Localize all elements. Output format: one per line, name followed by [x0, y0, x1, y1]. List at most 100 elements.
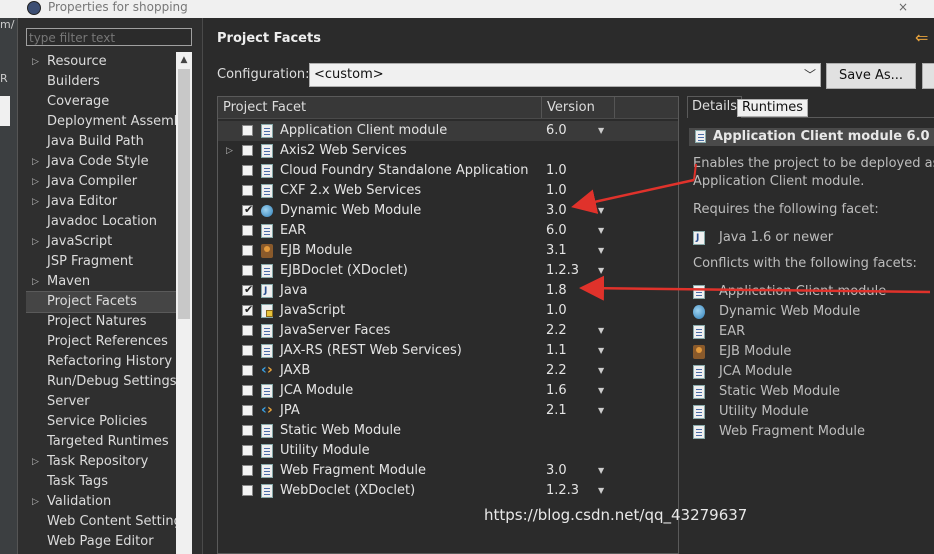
scroll-up-icon[interactable]: ▲	[176, 52, 192, 68]
sidebar-item[interactable]: ▷ Java Code Style	[26, 152, 176, 172]
sidebar-item[interactable]: ▷ JavaScript	[26, 232, 176, 252]
facet-version[interactable]: 1.6	[546, 381, 567, 401]
sidebar-item[interactable]: JSP Fragment	[26, 252, 176, 272]
expand-arrow-icon[interactable]: ▷	[32, 192, 39, 212]
facet-checkbox[interactable]	[242, 245, 253, 256]
facet-checkbox[interactable]	[242, 485, 253, 496]
sidebar-item[interactable]: Task Tags	[26, 472, 176, 492]
sidebar-item[interactable]: Targeted Runtimes	[26, 432, 176, 452]
facet-version[interactable]: 1.8	[546, 281, 567, 301]
version-dropdown-icon[interactable]: ▼	[598, 481, 604, 501]
table-row[interactable]: ▷ Axis2 Web Services	[218, 141, 678, 161]
table-row[interactable]: JAXB 2.2 ▼	[218, 360, 678, 381]
sidebar-item[interactable]: Builders	[26, 72, 176, 92]
expand-arrow-icon[interactable]: ▷	[32, 232, 39, 252]
facet-checkbox[interactable]	[242, 185, 253, 196]
sidebar-item[interactable]: Javadoc Location	[26, 212, 176, 232]
facet-version[interactable]: 6.0	[546, 121, 567, 141]
column-header-version[interactable]: Version	[547, 100, 595, 115]
tab-details[interactable]: Details	[687, 96, 743, 118]
sidebar-item[interactable]: Coverage	[26, 92, 176, 112]
expand-arrow-icon[interactable]: ▷	[226, 141, 233, 161]
sidebar-item[interactable]: Deployment Assembly	[26, 112, 176, 132]
expand-arrow-icon[interactable]: ▷	[32, 52, 39, 72]
facet-version[interactable]: 2.1	[546, 401, 567, 421]
expand-arrow-icon[interactable]: ▷	[32, 272, 39, 292]
version-dropdown-icon[interactable]: ▼	[598, 401, 604, 421]
facet-version[interactable]: 1.1	[546, 341, 567, 361]
nav-scrollbar[interactable]: ▲	[176, 52, 192, 554]
facet-checkbox[interactable]	[242, 465, 253, 476]
facet-checkbox[interactable]	[242, 265, 253, 276]
facet-checkbox[interactable]: ✔	[242, 283, 253, 296]
sidebar-item[interactable]: ▷ Validation	[26, 492, 176, 512]
facet-version[interactable]: 1.2.3	[546, 481, 579, 501]
sidebar-item[interactable]: Server	[26, 392, 176, 412]
facet-version[interactable]: 3.0	[546, 461, 567, 481]
table-row[interactable]: EJBDoclet (XDoclet) 1.2.3 ▼	[218, 261, 678, 281]
version-dropdown-icon[interactable]: ▼	[598, 261, 604, 281]
sidebar-item[interactable]: Project References	[26, 332, 176, 352]
facet-checkbox[interactable]	[242, 225, 253, 236]
facet-version[interactable]: 2.2	[546, 361, 567, 381]
back-arrow-icon[interactable]: ⇐	[915, 28, 928, 47]
table-row[interactable]: Cloud Foundry Standalone Application 1.0	[218, 161, 678, 181]
expand-arrow-icon[interactable]: ▷	[32, 152, 39, 172]
facet-checkbox[interactable]	[242, 365, 253, 376]
save-as-button[interactable]: Save As...	[826, 63, 916, 89]
close-icon[interactable]: ×	[898, 0, 908, 14]
sidebar-item[interactable]: Run/Debug Settings	[26, 372, 176, 392]
sidebar-item[interactable]: ▷ Task Repository	[26, 452, 176, 472]
table-row[interactable]: EJB Module 3.1 ▼	[218, 241, 678, 261]
expand-arrow-icon[interactable]: ▷	[32, 492, 39, 512]
table-row[interactable]: Application Client module 6.0 ▼	[218, 121, 678, 141]
sidebar-item[interactable]: ▷ Java Editor	[26, 192, 176, 212]
facet-checkbox[interactable]: ✔	[242, 203, 253, 216]
version-dropdown-icon[interactable]: ▼	[598, 281, 604, 301]
table-row[interactable]: ✔ Dynamic Web Module 3.0 ▼	[218, 201, 678, 221]
sidebar-item[interactable]: Web Content Settings	[26, 512, 176, 532]
sidebar-item[interactable]: Web Page Editor	[26, 532, 176, 552]
version-dropdown-icon[interactable]: ▼	[598, 241, 604, 261]
facet-checkbox[interactable]	[242, 425, 253, 436]
table-row[interactable]: EAR 6.0 ▼	[218, 221, 678, 241]
expand-arrow-icon[interactable]: ▷	[32, 452, 39, 472]
table-row[interactable]: ✔ JavaScript 1.0	[218, 301, 678, 321]
tab-runtimes[interactable]: Runtimes	[737, 99, 809, 117]
version-dropdown-icon[interactable]: ▼	[598, 461, 604, 481]
sidebar-item[interactable]: Service Policies	[26, 412, 176, 432]
facet-version[interactable]: 3.1	[546, 241, 567, 261]
table-row[interactable]: JavaServer Faces 2.2 ▼	[218, 321, 678, 341]
table-row[interactable]: WebDoclet (XDoclet) 1.2.3 ▼	[218, 481, 678, 501]
facet-version[interactable]: 6.0	[546, 221, 567, 241]
filter-input[interactable]: type filter text	[26, 28, 192, 46]
version-dropdown-icon[interactable]: ▼	[598, 121, 604, 141]
facet-checkbox[interactable]	[242, 345, 253, 356]
table-row[interactable]: Web Fragment Module 3.0 ▼	[218, 461, 678, 481]
sidebar-item[interactable]: Project Facets	[26, 291, 176, 313]
facet-checkbox[interactable]: ✔	[242, 303, 253, 316]
facet-version[interactable]: 2.2	[546, 321, 567, 341]
expand-arrow-icon[interactable]: ▷	[32, 172, 39, 192]
version-dropdown-icon[interactable]: ▼	[598, 201, 604, 221]
table-row[interactable]: JCA Module 1.6 ▼	[218, 381, 678, 401]
delete-button[interactable]	[922, 63, 934, 89]
table-row[interactable]: CXF 2.x Web Services 1.0	[218, 181, 678, 201]
facet-checkbox[interactable]	[242, 445, 253, 456]
table-row[interactable]: JPA 2.1 ▼	[218, 400, 678, 421]
facet-checkbox[interactable]	[242, 405, 253, 416]
version-dropdown-icon[interactable]: ▼	[598, 341, 604, 361]
facet-checkbox[interactable]	[242, 385, 253, 396]
table-row[interactable]: Utility Module	[218, 441, 678, 461]
sidebar-item[interactable]: Refactoring History	[26, 352, 176, 372]
version-dropdown-icon[interactable]: ▼	[598, 321, 604, 341]
facet-checkbox[interactable]	[242, 125, 253, 136]
sidebar-item[interactable]: Java Build Path	[26, 132, 176, 152]
table-row[interactable]: ✔ Java 1.8 ▼	[218, 281, 678, 301]
facet-version[interactable]: 1.2.3	[546, 261, 579, 281]
configuration-select[interactable]: <custom> ﹀	[309, 63, 821, 87]
facet-checkbox[interactable]	[242, 325, 253, 336]
facet-version[interactable]: 3.0	[546, 201, 567, 221]
sidebar-item[interactable]: ▷ Resource	[26, 52, 176, 72]
version-dropdown-icon[interactable]: ▼	[598, 221, 604, 241]
